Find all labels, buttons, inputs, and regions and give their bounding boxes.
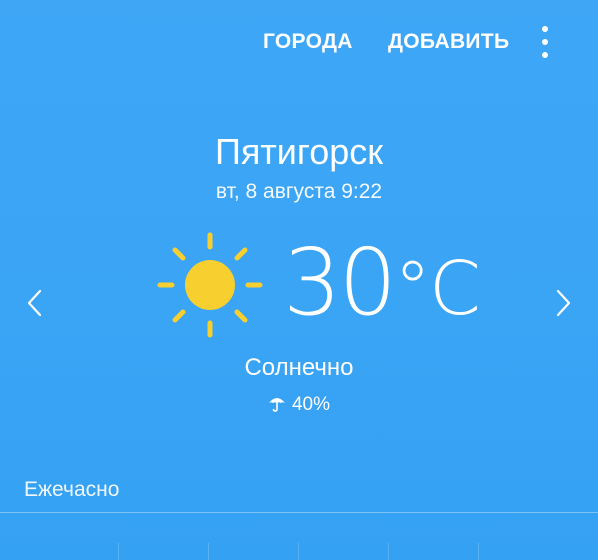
- hourly-title: Ежечасно: [24, 478, 120, 501]
- temperature-value: 30: [283, 229, 397, 336]
- umbrella-icon: [268, 398, 285, 412]
- city-name: Пятигорск: [214, 131, 384, 172]
- weather-screen: ГОРОДА ДОБАВИТЬ Пятигорск вт, 8 августа …: [0, 0, 598, 560]
- hourly-separator: [478, 543, 479, 560]
- temperature: 30°C: [283, 228, 481, 344]
- hourly-separator: [118, 543, 119, 560]
- hourly-separator: [208, 543, 209, 560]
- cities-button[interactable]: ГОРОДА: [263, 28, 353, 56]
- sun-icon: [155, 230, 265, 340]
- hourly-separator: [298, 543, 299, 560]
- add-city-button[interactable]: ДОБАВИТЬ: [388, 28, 509, 56]
- temperature-unit: °C: [394, 246, 481, 332]
- precipitation-value: 40%: [291, 394, 331, 415]
- hourly-separator: [388, 543, 389, 560]
- hourly-forecast-strip[interactable]: [0, 513, 598, 560]
- precipitation: 40%: [0, 392, 598, 418]
- previous-city-arrow-icon[interactable]: [20, 284, 50, 322]
- weather-condition: Солнечно: [244, 354, 354, 381]
- date-time: вт, 8 августа 9:22: [215, 180, 383, 203]
- next-city-arrow-icon[interactable]: [548, 284, 578, 322]
- more-options-icon[interactable]: [530, 22, 560, 62]
